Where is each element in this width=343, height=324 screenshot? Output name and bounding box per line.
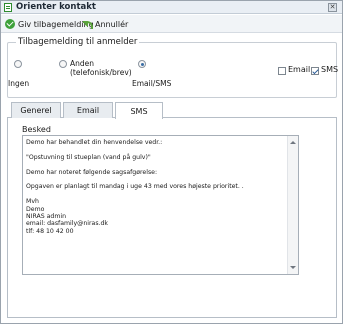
message-label: Besked xyxy=(22,125,51,134)
close-button[interactable]: ✕ xyxy=(328,3,337,12)
radio-none[interactable] xyxy=(14,60,22,68)
undo-arrow-icon xyxy=(81,19,93,29)
radio-other-label-line2: (telefonisk/brev) xyxy=(70,68,132,77)
toolbar: Giv tilbagemelding Annullér xyxy=(1,15,342,33)
tab-bar: Generel Email SMS xyxy=(7,101,337,119)
title-bar[interactable]: Orienter kontakt ✕ xyxy=(1,1,342,14)
tab-generel[interactable]: Generel xyxy=(11,102,61,118)
email-checkbox[interactable] xyxy=(278,67,286,75)
tab-sms[interactable]: SMS xyxy=(115,102,163,119)
scroll-up-icon[interactable] xyxy=(290,141,296,144)
message-scrollbar[interactable] xyxy=(287,136,298,274)
tab-email[interactable]: Email xyxy=(63,102,113,118)
radio-email-sms-label: Email/SMS xyxy=(132,79,172,88)
radio-email-sms[interactable] xyxy=(138,60,146,68)
radio-none-label: Ingen xyxy=(8,79,30,88)
scroll-down-icon[interactable] xyxy=(290,266,296,269)
window-title: Orienter kontakt xyxy=(16,2,96,12)
feedback-legend: Tilbagemelding til anmelder xyxy=(16,37,140,47)
radio-other[interactable] xyxy=(59,60,67,68)
document-icon xyxy=(4,3,12,12)
radio-other-label-line1: Anden xyxy=(70,59,95,68)
cancel-button[interactable]: Annullér xyxy=(81,18,128,30)
dialog-window: Orienter kontakt ✕ Giv tilbagemelding An… xyxy=(0,0,343,324)
feedback-fieldset: Tilbagemelding til anmelder Ingen Anden … xyxy=(7,37,339,98)
sms-checkbox-label: SMS xyxy=(321,65,339,74)
check-circle-icon xyxy=(5,19,15,29)
sms-checkbox[interactable] xyxy=(311,67,319,75)
message-textarea[interactable]: Demo har behandlet din henvendelse vedr.… xyxy=(22,135,299,275)
cancel-label: Annullér xyxy=(95,19,129,29)
message-text[interactable]: Demo har behandlet din henvendelse vedr.… xyxy=(26,139,281,235)
email-checkbox-label: Email xyxy=(288,65,311,74)
